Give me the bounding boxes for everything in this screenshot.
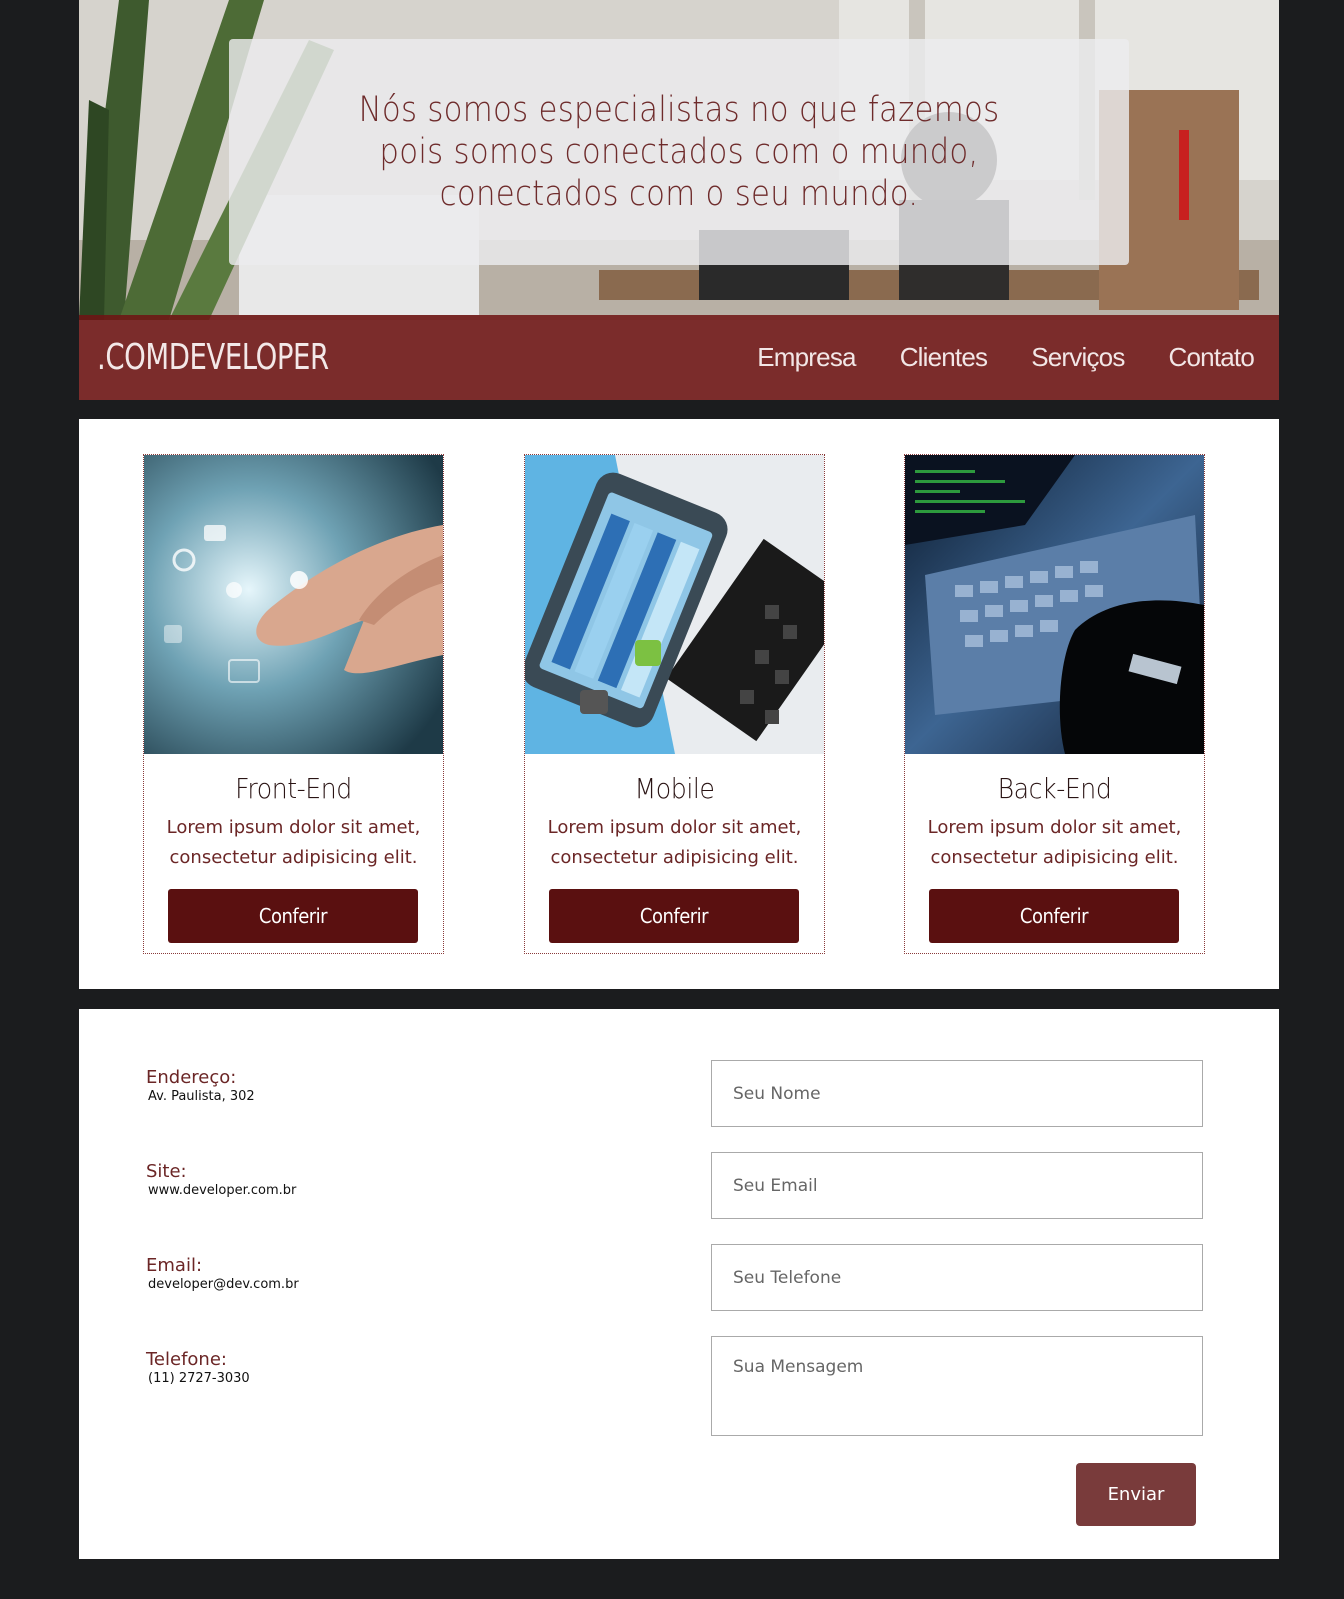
- hero-quote-text: Nós somos especialistas no que fazemos p…: [358, 90, 1000, 214]
- front-end-image: [144, 455, 443, 754]
- site-logo[interactable]: .COMDEVELOPER: [97, 337, 329, 378]
- card-description: Lorem ipsum dolor sit amet, consectetur …: [166, 817, 421, 868]
- contact-section: Endereço: Av. Paulista, 302 Site: www.de…: [79, 1009, 1279, 1559]
- phone-label: Telefone:: [146, 1349, 227, 1370]
- navbar: .COMDEVELOPER Empresa Clientes Serviços …: [79, 315, 1279, 400]
- service-card-front-end: Front-End Lorem ipsum dolor sit amet, co…: [143, 454, 444, 954]
- site-value: www.developer.com.br: [148, 1183, 297, 1198]
- phone-info: Telefone: (11) 2727-3030: [146, 1349, 250, 1387]
- email-info: Email: developer@dev.com.br: [146, 1255, 299, 1293]
- nav-link-servicos[interactable]: Serviços: [1031, 342, 1125, 373]
- mobile-image: [525, 455, 824, 754]
- hero-banner: Nós somos especialistas no que fazemos p…: [79, 0, 1279, 400]
- address-label: Endereço:: [146, 1067, 237, 1088]
- email-input[interactable]: [711, 1152, 1203, 1219]
- conferir-button-back-end[interactable]: Conferir: [929, 889, 1179, 943]
- conferir-button-mobile[interactable]: Conferir: [549, 889, 799, 943]
- site-label: Site:: [146, 1161, 187, 1182]
- nav-link-contato[interactable]: Contato: [1169, 342, 1255, 373]
- email-label: Email:: [146, 1255, 203, 1276]
- name-input[interactable]: [711, 1060, 1203, 1127]
- address-value: Av. Paulista, 302: [148, 1089, 255, 1104]
- service-card-mobile: Mobile Lorem ipsum dolor sit amet, conse…: [524, 454, 825, 954]
- site-info: Site: www.developer.com.br: [146, 1161, 296, 1199]
- card-title: Mobile: [634, 772, 715, 805]
- address-info: Endereço: Av. Paulista, 302: [146, 1067, 255, 1105]
- send-button[interactable]: Enviar: [1076, 1463, 1196, 1526]
- message-textarea[interactable]: [711, 1336, 1203, 1436]
- services-section: Front-End Lorem ipsum dolor sit amet, co…: [79, 419, 1279, 989]
- phone-input[interactable]: [711, 1244, 1203, 1311]
- nav-link-clientes[interactable]: Clientes: [900, 342, 988, 373]
- email-value: developer@dev.com.br: [148, 1277, 299, 1292]
- back-end-image: [905, 455, 1204, 754]
- nav-links: Empresa Clientes Serviços Contato: [757, 342, 1255, 373]
- card-description: Lorem ipsum dolor sit amet, consectetur …: [547, 817, 802, 868]
- service-card-back-end: Back-End Lorem ipsum dolor sit amet, con…: [904, 454, 1205, 954]
- card-title: Back-End: [997, 772, 1112, 805]
- conferir-button-front-end[interactable]: Conferir: [168, 889, 418, 943]
- card-description: Lorem ipsum dolor sit amet, consectetur …: [927, 817, 1182, 868]
- phone-value: (11) 2727-3030: [148, 1371, 250, 1386]
- hero-quote-box: Nós somos especialistas no que fazemos p…: [229, 39, 1129, 265]
- nav-link-empresa[interactable]: Empresa: [757, 342, 856, 373]
- card-title: Front-End: [235, 772, 352, 805]
